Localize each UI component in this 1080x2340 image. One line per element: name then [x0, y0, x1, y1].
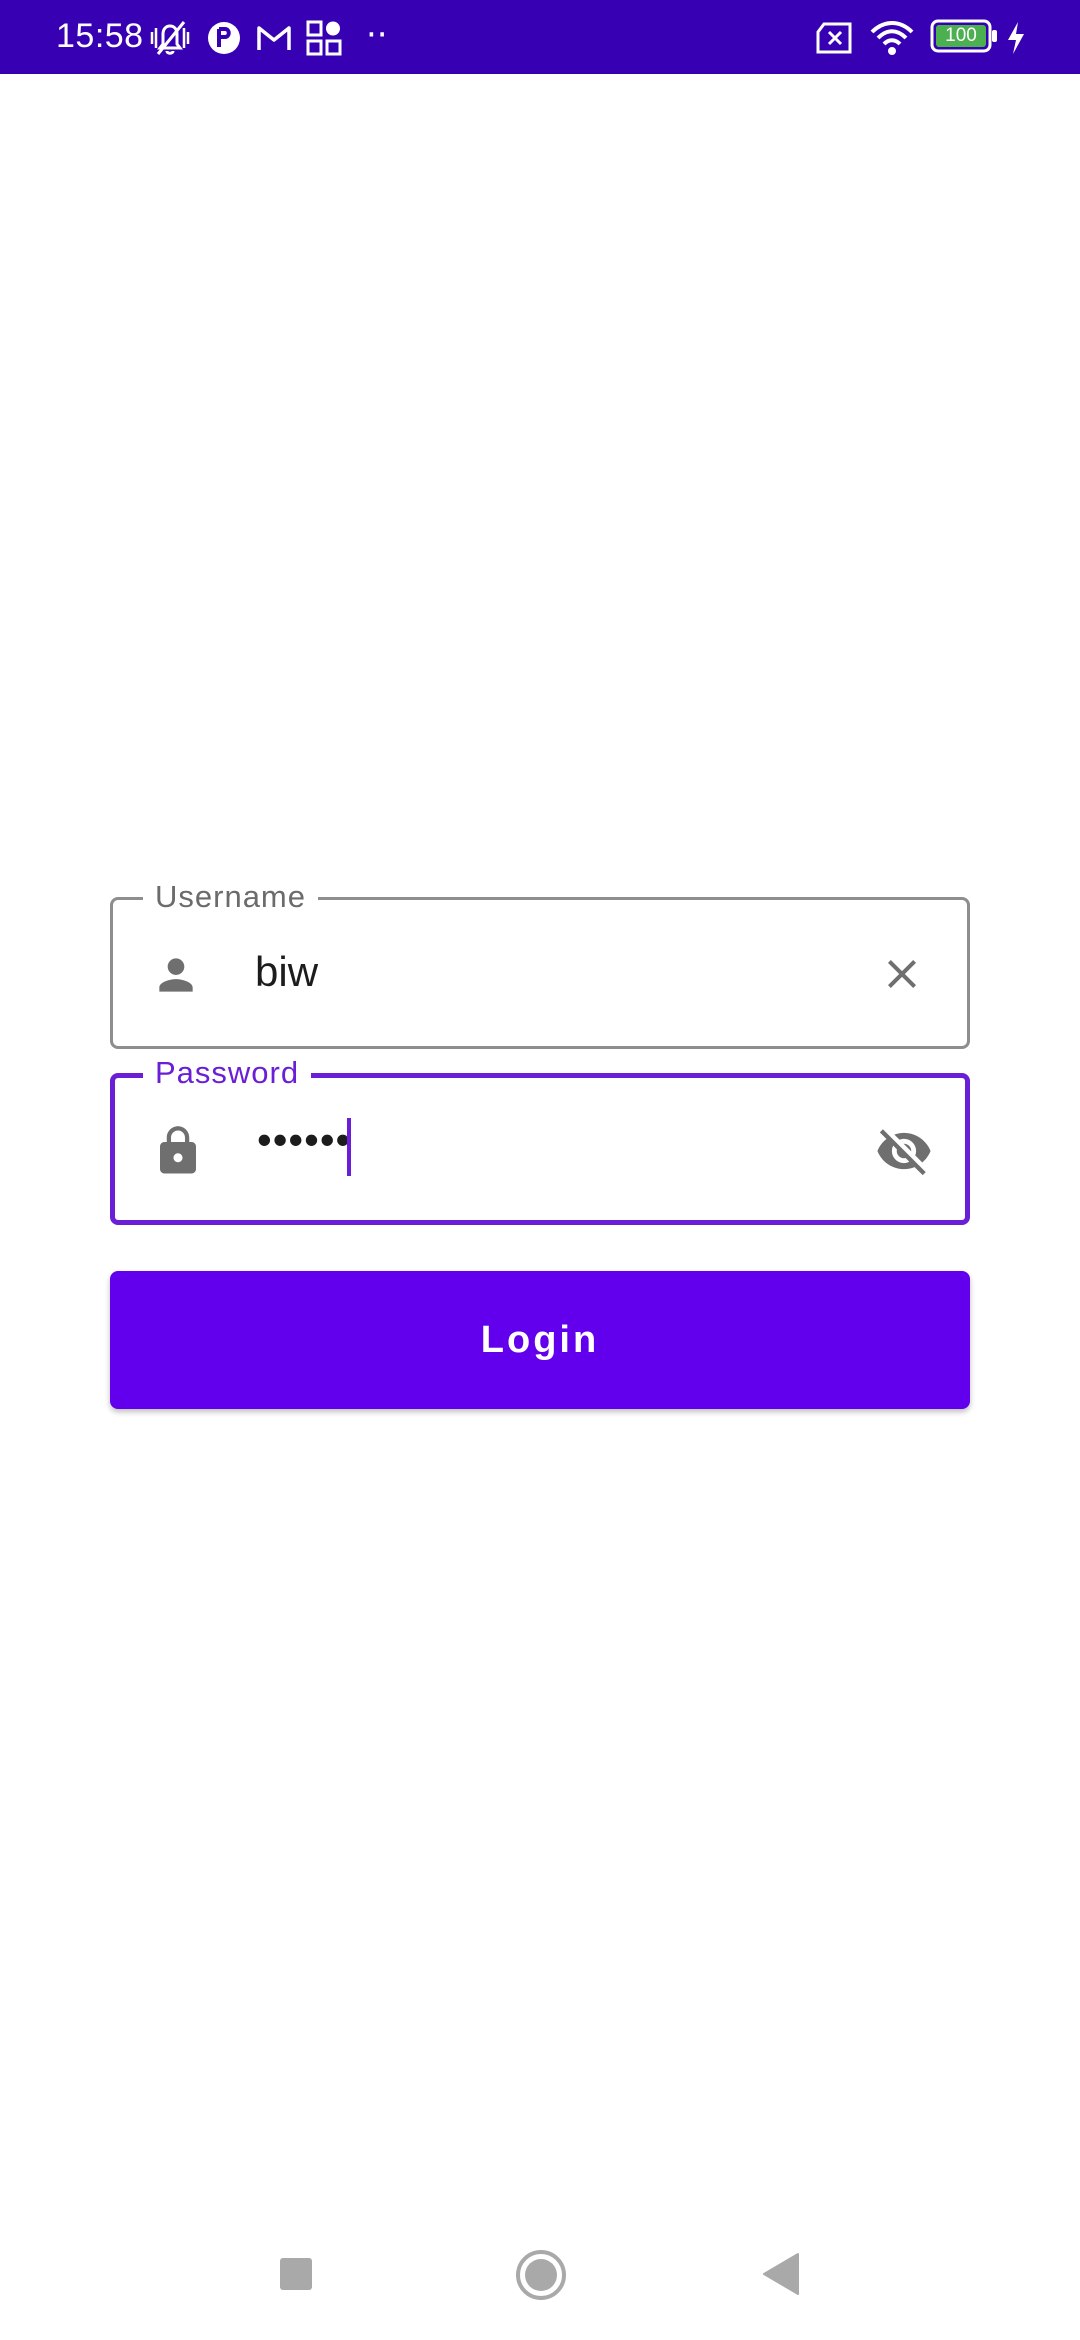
- username-input[interactable]: biw: [255, 948, 318, 996]
- battery-icon: 100: [930, 18, 998, 54]
- clear-icon[interactable]: [878, 950, 926, 998]
- sim-error-icon: [816, 22, 852, 54]
- text-cursor: [347, 1118, 351, 1176]
- back-button[interactable]: [762, 2252, 800, 2296]
- more-notifications-dots: ··: [366, 15, 388, 55]
- recents-button[interactable]: [278, 2256, 314, 2292]
- username-label: Username: [143, 878, 318, 916]
- status-time: 15:58: [56, 17, 144, 55]
- username-field[interactable]: Username biw: [110, 878, 970, 1049]
- status-bar: 15:58 ·· 100: [0, 0, 1080, 74]
- vibrate-off-icon: [150, 21, 190, 55]
- password-label: Password: [143, 1054, 312, 1092]
- app-notification-icon: [208, 22, 240, 54]
- login-button[interactable]: Login: [110, 1271, 970, 1409]
- apps-icon: [306, 20, 342, 56]
- password-field[interactable]: Password ••••••: [110, 1054, 970, 1225]
- password-input[interactable]: ••••••: [257, 1116, 351, 1164]
- navigation-bar: [0, 2200, 1080, 2340]
- gmail-icon: [257, 26, 291, 50]
- battery-level: 100: [945, 25, 977, 46]
- lock-icon: [160, 1126, 196, 1174]
- person-icon: [159, 958, 193, 992]
- charging-icon: [1008, 22, 1024, 54]
- wifi-icon: [870, 21, 914, 55]
- home-button[interactable]: [514, 2248, 568, 2302]
- visibility-off-icon[interactable]: [871, 1122, 937, 1180]
